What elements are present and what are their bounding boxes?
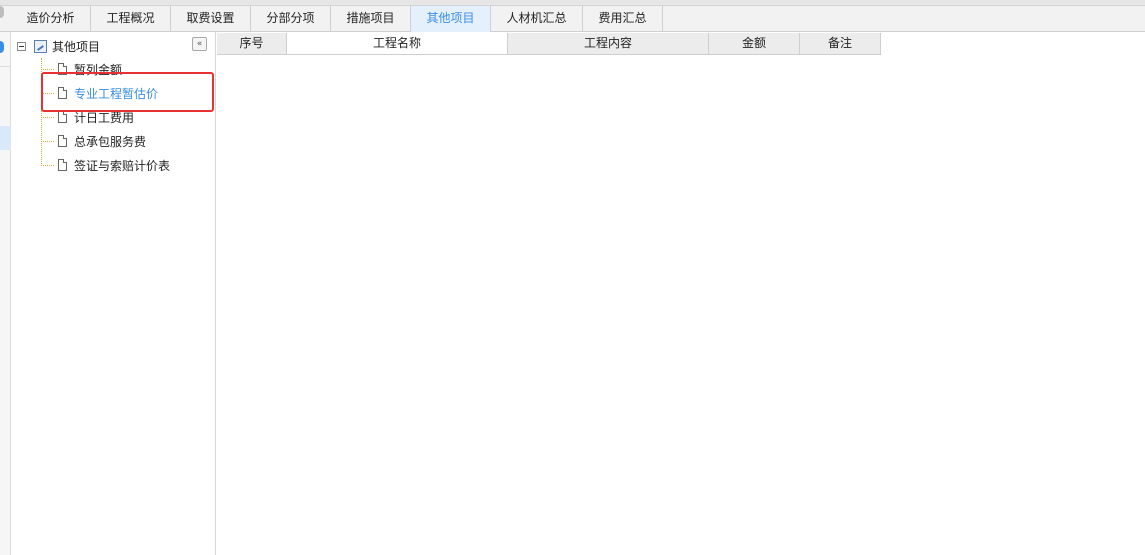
- category-icon: [34, 39, 47, 53]
- document-icon: [58, 135, 67, 147]
- collapse-panel-icon[interactable]: «: [192, 37, 207, 51]
- tree-item-label: 专业工程暂估价: [74, 86, 159, 101]
- other-items-tree-panel: « 其他项目 暂列金额 专业工程暂估价 计日工费用 总承包服务费 签证与索赔计价…: [12, 32, 216, 555]
- tree-root-other-items[interactable]: 其他项目: [17, 38, 100, 54]
- column-header-project-content[interactable]: 工程内容: [508, 33, 709, 55]
- column-header-remarks[interactable]: 备注: [800, 33, 881, 55]
- tab-labor-material-summary[interactable]: 人材机汇总: [491, 6, 583, 32]
- column-header-index[interactable]: 序号: [217, 33, 287, 55]
- module-tab-bar: 造价分析 工程概况 取费设置 分部分项 措施项目 其他项目 人材机汇总 费用汇总: [0, 6, 1145, 32]
- tree-item-label: 总承包服务费: [74, 134, 147, 149]
- rail-divider: [0, 66, 11, 67]
- tree-item-visa-claims-table[interactable]: 签证与索赔计价表: [41, 156, 170, 174]
- tree-item-label: 暂列金额: [74, 62, 123, 77]
- column-header-project-name[interactable]: 工程名称: [287, 33, 508, 55]
- tree-item-daywork[interactable]: 计日工费用: [41, 108, 134, 126]
- tree-root-label: 其他项目: [52, 39, 101, 54]
- tree-item-label: 计日工费用: [74, 110, 135, 125]
- tab-cost-summary[interactable]: 费用汇总: [583, 6, 663, 32]
- tab-cost-analysis[interactable]: 造价分析: [11, 6, 91, 32]
- document-icon: [58, 63, 67, 75]
- grid-header: 序号 工程名称 工程内容 金额 备注: [217, 33, 881, 55]
- column-header-amount[interactable]: 金额: [709, 33, 800, 55]
- tree-item-general-contractor-fee[interactable]: 总承包服务费: [41, 132, 146, 150]
- tab-other-items[interactable]: 其他项目: [411, 6, 491, 32]
- tab-measure-items[interactable]: 措施项目: [331, 6, 411, 32]
- tree-item-label: 签证与索赔计价表: [74, 158, 171, 173]
- side-rail: [0, 6, 11, 555]
- collapse-node-icon[interactable]: [17, 41, 26, 51]
- tree-item-provisional-sum[interactable]: 暂列金额: [41, 60, 122, 78]
- document-icon: [58, 159, 67, 171]
- document-icon: [58, 87, 67, 99]
- rail-indicator: [0, 41, 4, 53]
- tree-item-specialty-provisional-price[interactable]: 专业工程暂估价: [41, 84, 158, 102]
- tab-project-overview[interactable]: 工程概况: [91, 6, 171, 32]
- tab-divisional-items[interactable]: 分部分项: [251, 6, 331, 32]
- tab-fee-settings[interactable]: 取费设置: [171, 6, 251, 32]
- rail-selection[interactable]: [0, 126, 11, 150]
- document-icon: [58, 111, 67, 123]
